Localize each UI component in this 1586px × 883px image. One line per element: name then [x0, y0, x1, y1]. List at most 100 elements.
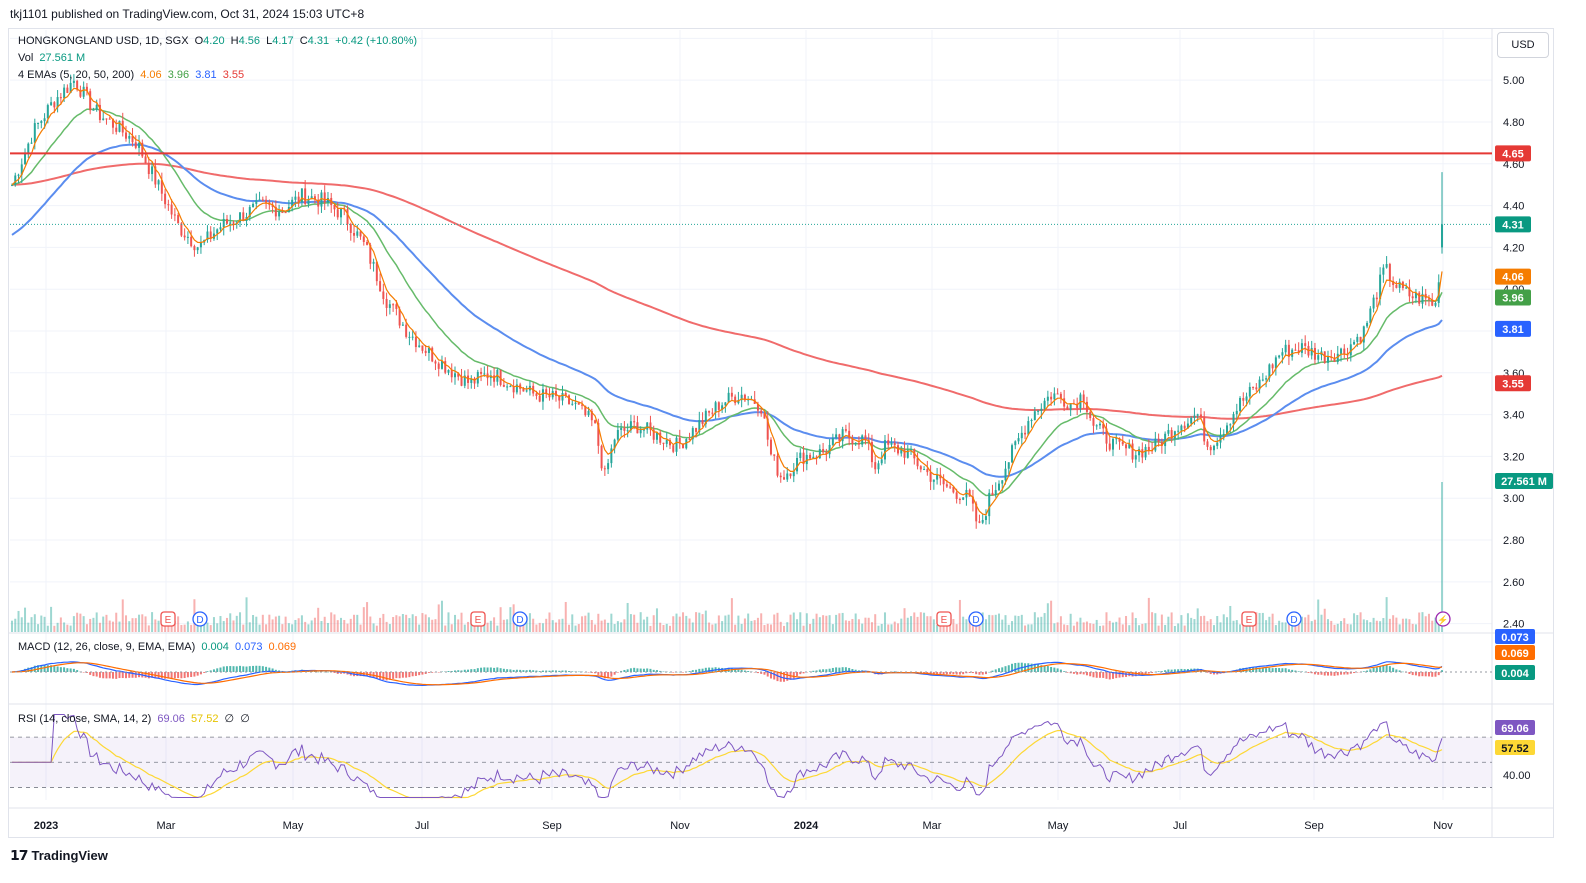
- volume-bar: [115, 612, 118, 632]
- volume-bar: [665, 623, 668, 632]
- macd-histogram-bar: [1323, 672, 1326, 676]
- volume-bar: [789, 614, 792, 632]
- volume-bar: [287, 623, 290, 632]
- macd-histogram-bar: [427, 672, 430, 673]
- volume-bar: [411, 614, 414, 632]
- macd-histogram-bar: [1271, 668, 1274, 672]
- volume-bar: [620, 622, 623, 632]
- volume-bar: [1050, 600, 1053, 632]
- macd-histogram-bar: [317, 671, 320, 673]
- macd-histogram-bar: [252, 665, 255, 672]
- volume-bar: [678, 616, 681, 632]
- macd-histogram-bar: [1281, 668, 1284, 672]
- candle-body: [568, 395, 571, 405]
- volume-bar: [1164, 624, 1167, 632]
- macd-histogram-bar: [1004, 666, 1007, 672]
- volume-bar: [353, 614, 356, 632]
- volume-bar: [571, 614, 574, 632]
- volume-bar: [310, 620, 313, 632]
- volume-bar: [682, 612, 685, 632]
- candle-body: [1441, 224, 1443, 248]
- volume-bar: [1001, 619, 1004, 632]
- volume-bar: [607, 622, 610, 632]
- candle-body: [1209, 446, 1212, 451]
- macd-histogram-bar: [69, 668, 72, 672]
- volume-bar: [59, 617, 62, 632]
- candle-body: [923, 469, 926, 471]
- volume-bar: [897, 623, 900, 632]
- candle-body: [607, 463, 610, 470]
- candle-body: [1089, 411, 1092, 419]
- volume-bar: [1040, 616, 1043, 632]
- volume-bar: [1085, 621, 1088, 632]
- volume-bar: [463, 624, 466, 632]
- volume-bar: [1128, 625, 1131, 632]
- volume-bar: [291, 624, 294, 632]
- volume-bar: [1326, 619, 1329, 632]
- ema20-value: 3.96: [167, 69, 190, 81]
- candle-body: [1066, 406, 1069, 410]
- volume-bar: [222, 621, 225, 632]
- macd-histogram-bar: [766, 672, 769, 677]
- candle-body: [1180, 425, 1183, 431]
- candle-body: [903, 449, 906, 458]
- volume-bar: [1011, 621, 1014, 632]
- candle-body: [639, 429, 642, 434]
- volume-bar: [655, 608, 658, 632]
- macd-histogram-bar: [682, 672, 685, 673]
- macd-histogram-bar: [1053, 667, 1056, 672]
- volume-bar: [33, 614, 36, 632]
- candle-body: [125, 132, 128, 139]
- volume-bar: [1069, 613, 1072, 632]
- volume-bar: [835, 614, 838, 632]
- macd-histogram-bar: [59, 667, 62, 672]
- volume-bar: [538, 622, 541, 632]
- volume-bar: [76, 612, 79, 632]
- volume-bar: [418, 624, 421, 632]
- candle-body: [1125, 444, 1128, 449]
- candle-body: [349, 224, 352, 233]
- volume-bar: [779, 621, 782, 632]
- candle-body: [278, 212, 281, 217]
- volume-bar: [965, 619, 968, 632]
- ema5-price-badge: 4.06: [1502, 272, 1523, 284]
- volume-bar: [1125, 615, 1128, 632]
- volume-bar: [50, 606, 53, 632]
- volume-bar: [590, 619, 593, 632]
- volume-bar: [11, 620, 13, 632]
- candle-body: [734, 396, 737, 404]
- macd-histogram-bar: [1095, 672, 1098, 678]
- volume-bar: [102, 616, 105, 632]
- volume-bar: [1333, 624, 1336, 632]
- currency-button[interactable]: USD: [1497, 32, 1549, 58]
- candle-body: [186, 236, 189, 238]
- macd-histogram-bar: [193, 672, 196, 677]
- volume-bar: [300, 615, 303, 632]
- volume-bar: [926, 616, 929, 632]
- macd-histogram-bar: [121, 672, 124, 679]
- candle-body: [1193, 415, 1196, 418]
- rsi-value: 69.06: [157, 713, 185, 725]
- volume-bar: [330, 612, 333, 632]
- volume-bar: [502, 619, 505, 632]
- candle-body: [1242, 398, 1245, 401]
- macd-badge: 0.073: [1501, 632, 1529, 644]
- macd-histogram-bar: [379, 672, 382, 680]
- candle-body: [72, 80, 75, 83]
- macd-histogram-bar: [216, 668, 219, 672]
- volume-bar: [532, 618, 535, 632]
- event-marker-label: D: [196, 615, 203, 626]
- candle-body: [336, 209, 339, 218]
- volume-bar: [1030, 624, 1033, 632]
- volume-bar: [844, 620, 847, 632]
- candle-body: [229, 222, 232, 224]
- volume-bar: [1056, 622, 1059, 632]
- volume-bar: [809, 623, 812, 632]
- macd-histogram-bar: [219, 667, 222, 672]
- macd-histogram-bar: [395, 672, 398, 679]
- volume-bar: [698, 612, 701, 632]
- x-tick-label: Mar: [157, 820, 176, 832]
- volume-bar: [818, 617, 821, 632]
- volume-bar: [1033, 612, 1036, 632]
- price-chart[interactable]: 2.402.602.803.003.203.403.603.804.004.20…: [0, 0, 1586, 883]
